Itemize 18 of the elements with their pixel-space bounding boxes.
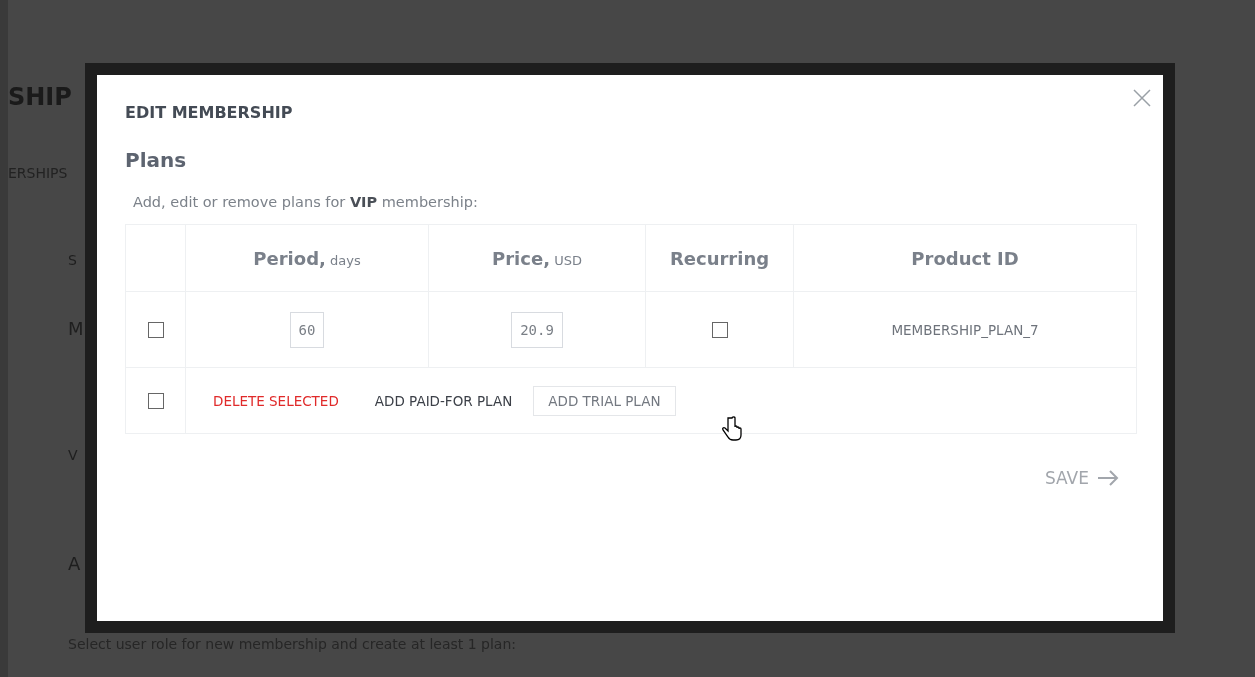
hand-cursor-icon: [721, 415, 743, 442]
period-input[interactable]: 60: [289, 311, 325, 348]
close-icon[interactable]: [1133, 89, 1151, 107]
plan-action-button[interactable]: ADD TRIAL PLAN: [533, 385, 676, 416]
arrow-right-icon: [1097, 470, 1119, 486]
column-header: Period, days: [185, 224, 429, 292]
section-description: Add, edit or remove plans for VIP membership:: [133, 194, 479, 210]
save-button[interactable]: SAVE: [1026, 464, 1137, 492]
dialog-title: EDIT MEMBERSHIP: [125, 103, 294, 122]
column-header: Recurring: [645, 224, 794, 292]
price-input[interactable]: 20.9: [511, 311, 563, 348]
section-heading: Plans: [125, 148, 188, 172]
product-id: MEMBERSHIP_PLAN_7: [891, 322, 1039, 338]
select-all-checkbox[interactable]: [147, 392, 164, 409]
recurring-checkbox[interactable]: [711, 321, 728, 338]
column-header: Price, USD: [428, 224, 646, 292]
column-header: Product ID: [793, 224, 1137, 292]
row-checkbox[interactable]: [147, 321, 164, 338]
